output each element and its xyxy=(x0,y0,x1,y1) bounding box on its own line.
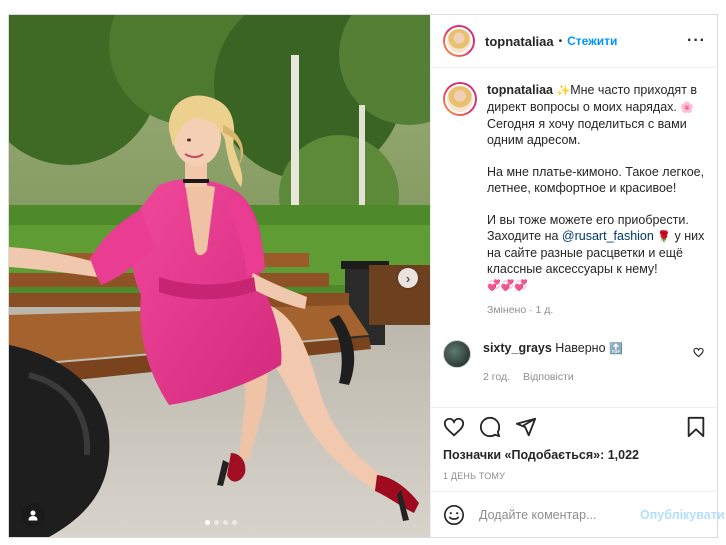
commenter-avatar[interactable] xyxy=(443,340,471,368)
heart-icon xyxy=(443,417,465,437)
carousel-dot xyxy=(232,520,237,525)
send-icon xyxy=(515,417,537,437)
caption-username[interactable]: topnataliaa xyxy=(487,83,553,97)
bookmark-icon xyxy=(687,416,705,438)
tagged-users-button[interactable] xyxy=(21,503,45,527)
post-photo xyxy=(9,15,430,537)
like-button[interactable] xyxy=(443,416,465,438)
flower-emoji: 🌸 xyxy=(680,101,695,114)
carousel-dot-active xyxy=(205,520,210,525)
publish-button[interactable]: Опублікувати xyxy=(640,508,725,522)
follow-button[interactable]: Стежити xyxy=(567,34,617,48)
emoji-picker-button[interactable] xyxy=(443,504,465,526)
post-side-panel: topnataliaa • Стежити ··· topnataliaa ✨М… xyxy=(430,15,725,537)
post-actions: Позначки «Подобається»: 1,022 1 ДЕНЬ ТОМ… xyxy=(431,407,718,481)
post-timestamp[interactable]: 1 ДЕНЬ ТОМУ xyxy=(443,471,706,481)
separator-dot: • xyxy=(558,35,563,47)
heart-outline-icon xyxy=(693,347,704,358)
caption-text: topnataliaa ✨Мне часто приходят в директ… xyxy=(487,82,706,318)
comment-like-button[interactable] xyxy=(693,346,704,361)
smiley-icon xyxy=(444,504,464,525)
comment-item: sixty_grays Наверно 🔝 2 год. Відповісти xyxy=(443,340,706,385)
caption-paragraph-2: На мне платье-кимоно. Такое легкое, летн… xyxy=(487,165,705,195)
carousel-indicator xyxy=(205,520,237,525)
post-caption: topnataliaa ✨Мне часто приходят в директ… xyxy=(443,82,706,318)
share-button[interactable] xyxy=(515,416,537,438)
carousel-dot xyxy=(223,520,228,525)
top-emoji: 🔝 xyxy=(609,342,623,355)
comment-button[interactable] xyxy=(479,416,501,438)
comment-input[interactable] xyxy=(479,507,640,522)
likes-count[interactable]: Позначки «Подобається»: 1,022 xyxy=(443,448,706,462)
comment-text: Наверно xyxy=(555,341,606,355)
comment-time: 2 год. xyxy=(483,371,511,383)
user-tag-icon xyxy=(28,510,38,521)
rose-emoji: 🌹 xyxy=(657,230,672,243)
carousel-next-button[interactable]: › xyxy=(398,268,418,288)
chevron-right-icon: › xyxy=(405,270,411,286)
author-username[interactable]: topnataliaa xyxy=(485,34,554,49)
caption-paragraph-1b: Сегодня я хочу поделиться с вами одним а… xyxy=(487,117,687,147)
sparkle-emoji: ✨ xyxy=(556,84,571,97)
reply-button[interactable]: Відповісти xyxy=(523,371,574,383)
author-avatar[interactable] xyxy=(443,25,475,57)
mention-link[interactable]: @rusart_fashion xyxy=(562,229,654,243)
hearts-emoji: 💞💞💞 xyxy=(487,279,529,292)
comments-section[interactable]: topnataliaa ✨Мне часто приходят в директ… xyxy=(431,68,718,407)
post-header: topnataliaa • Стежити ··· xyxy=(431,15,718,68)
save-button[interactable] xyxy=(686,416,706,438)
more-options-button[interactable]: ··· xyxy=(687,32,706,50)
post-media[interactable]: › xyxy=(9,15,430,537)
caption-meta: Змінено · 1 д. xyxy=(487,304,554,316)
commenter-username[interactable]: sixty_grays xyxy=(483,341,552,355)
carousel-dot xyxy=(214,520,219,525)
caption-author-avatar[interactable] xyxy=(443,82,477,116)
comment-icon xyxy=(479,416,501,438)
add-comment-form: Опублікувати xyxy=(431,491,725,537)
post-dialog: › topnataliaa • Стежити ··· topnataliaa … xyxy=(8,14,725,538)
